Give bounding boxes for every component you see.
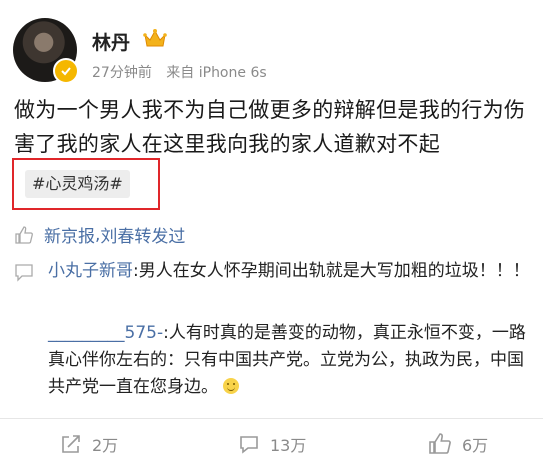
comment-icon xyxy=(240,436,258,454)
crown-icon xyxy=(143,29,167,47)
commenter-name[interactable]: 小丸子新哥 xyxy=(48,261,133,281)
weibo-post: 林丹 27分钟前 来自 iPhone 6s 做为一个男人我不为自己做更多的辩解但… xyxy=(0,0,543,473)
comment-count: 13万 xyxy=(270,436,307,455)
post-text: 做为一个男人我不为自己做更多的辩解但是我的行为伤害了我的家人在这里我向我的家人道… xyxy=(14,98,526,156)
forward-count: 2万 xyxy=(92,436,119,455)
like-button[interactable]: 6万 xyxy=(428,432,488,456)
post-meta: 27分钟前 来自 iPhone 6s xyxy=(92,62,277,82)
forward-button[interactable]: 2万 xyxy=(60,432,118,456)
avatar[interactable] xyxy=(13,18,79,84)
repost-suffix: 转发过 xyxy=(134,227,186,247)
repost-user-1[interactable]: 新京报 xyxy=(44,222,95,247)
post-source: 来自 iPhone 6s xyxy=(166,65,267,81)
comment-icon xyxy=(15,264,33,282)
divider xyxy=(0,418,543,419)
thumbs-up-icon xyxy=(15,225,33,244)
comment-item: 小丸子新哥:男人在女人怀孕期间出轨就是大写加粗的垃圾！！！ xyxy=(48,258,534,285)
author-name[interactable]: 林丹 xyxy=(92,28,130,55)
like-count: 6万 xyxy=(462,436,489,455)
commenter-name[interactable]: _________575- xyxy=(48,323,163,343)
repost-user-2[interactable]: 刘春 xyxy=(100,222,134,247)
comment-item: _________575-:人有时真的是善变的动物，真正永恒不变，一路真心伴你左… xyxy=(48,320,534,401)
thumbs-up-icon xyxy=(429,433,451,454)
forward-icon xyxy=(62,435,80,453)
verified-icon xyxy=(53,58,79,84)
hashtag-link[interactable]: #心灵鸡汤# xyxy=(25,170,130,198)
comment-button[interactable]: 13万 xyxy=(238,432,306,456)
comment-text: :男人在女人怀孕期间出轨就是大写加粗的垃圾！！！ xyxy=(133,261,530,281)
post-time: 27分钟前 xyxy=(92,65,152,81)
repost-row: 新京报 , 刘春 转发过 xyxy=(14,222,185,247)
smile-emoji-icon xyxy=(223,378,240,394)
